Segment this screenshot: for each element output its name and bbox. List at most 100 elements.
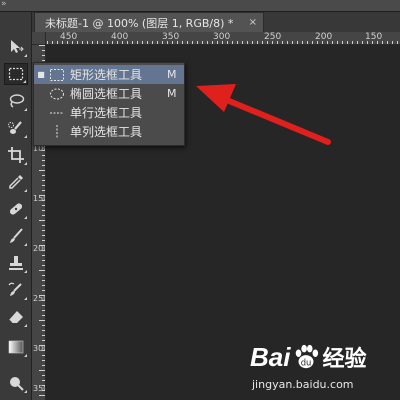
marquee-tool-flyout-menu: ■ 矩形选框工具 M 椭圆选框工具 M 单行选框工具 单列选框工具 xyxy=(33,62,185,146)
healing-brush-tool[interactable] xyxy=(4,198,28,220)
ruler-tick xyxy=(57,41,58,44)
ruler-tick xyxy=(87,41,88,44)
paw-icon: du xyxy=(296,344,319,369)
ruler-tick xyxy=(227,41,228,44)
ruler-tick xyxy=(362,41,363,44)
close-tab-icon[interactable]: × xyxy=(249,17,257,28)
ruler-tick xyxy=(39,395,45,396)
ruler-label: 150 xyxy=(33,194,45,203)
ruler-tick xyxy=(42,365,45,366)
ruler-tick xyxy=(42,200,45,201)
ruler-tick xyxy=(42,355,45,356)
ruler-tick xyxy=(42,290,45,291)
ruler-tick xyxy=(132,41,133,44)
horizontal-ruler: 450 400 350 300 250 200 150 100 xyxy=(32,32,400,45)
ruler-tick xyxy=(39,195,45,196)
single-column-marquee-icon xyxy=(56,124,58,139)
ruler-tick xyxy=(42,240,45,241)
ruler-label: 400 xyxy=(111,32,129,42)
ruler-tick xyxy=(207,41,208,44)
document-tab-title: 未标题-1 @ 100% (图层 1, RGB/8) * xyxy=(45,16,234,30)
ruler-tick xyxy=(157,41,158,44)
move-tool[interactable] xyxy=(4,36,28,58)
ruler-tick xyxy=(192,41,193,44)
elliptical-marquee-icon xyxy=(50,88,64,99)
brush-tool[interactable] xyxy=(4,225,28,247)
ruler-tick xyxy=(42,360,45,361)
ruler-tick xyxy=(332,41,333,44)
ruler-tick xyxy=(42,155,45,156)
document-tab[interactable]: 未标题-1 @ 100% (图层 1, RGB/8) * × xyxy=(34,12,264,32)
ruler-tick xyxy=(347,41,348,44)
move-icon xyxy=(11,40,24,53)
ruler-tick xyxy=(42,330,45,331)
ruler-tick xyxy=(172,41,173,44)
eyedropper-tool[interactable] xyxy=(4,171,28,193)
ruler-tick xyxy=(67,41,68,44)
ruler-tick xyxy=(102,41,103,44)
ruler-tick xyxy=(42,385,45,386)
marquee-tool[interactable] xyxy=(4,63,28,85)
quick-selection-brush-icon xyxy=(8,121,22,134)
menu-item-elliptical-marquee[interactable]: 椭圆选框工具 M xyxy=(34,84,184,103)
ruler-tick xyxy=(42,265,45,266)
ruler-tick xyxy=(42,55,45,56)
tools-panel xyxy=(0,12,32,400)
crop-tool[interactable] xyxy=(4,144,28,166)
top-strip: » xyxy=(0,0,400,12)
ruler-tick xyxy=(387,41,388,44)
gradient-tool[interactable] xyxy=(4,336,28,358)
ruler-origin[interactable] xyxy=(32,32,46,45)
clone-stamp-tool[interactable] xyxy=(4,252,28,274)
ruler-tick xyxy=(39,170,45,171)
ruler-tick xyxy=(47,41,48,44)
ruler-label: 200 xyxy=(33,244,45,253)
ruler-tick xyxy=(177,41,178,44)
ruler-tick xyxy=(112,41,113,44)
dodge-icon xyxy=(10,377,24,391)
single-row-marquee-icon xyxy=(50,112,64,113)
ruler-tick xyxy=(352,41,353,44)
menu-item-single-row-marquee[interactable]: 单行选框工具 xyxy=(34,103,184,122)
ruler-tick xyxy=(42,285,45,286)
eraser-tool[interactable] xyxy=(4,306,28,328)
ruler-tick xyxy=(317,41,318,44)
ruler-tick xyxy=(137,41,138,44)
menu-item-shortcut: M xyxy=(167,87,177,100)
menu-item-rectangular-marquee[interactable]: ■ 矩形选框工具 M xyxy=(34,65,184,84)
ruler-tick xyxy=(77,41,78,44)
ruler-tick xyxy=(162,41,163,44)
ruler-tick xyxy=(42,235,45,236)
collapse-panels-icon[interactable]: » xyxy=(1,0,6,9)
ruler-tick xyxy=(42,325,45,326)
ruler-tick xyxy=(42,225,45,226)
ruler-tick xyxy=(42,310,45,311)
baidu-jingyan-watermark: Bai du 经验 jingyan.baidu.com xyxy=(250,340,396,398)
ruler-tick xyxy=(42,165,45,166)
ruler-tick xyxy=(42,150,45,151)
rectangular-marquee-icon xyxy=(50,68,64,81)
history-brush-tool[interactable] xyxy=(4,279,28,301)
ruler-tick xyxy=(322,41,323,44)
brush-icon xyxy=(10,228,23,243)
ruler-tick xyxy=(392,41,393,44)
ruler-tick xyxy=(39,320,45,321)
ruler-label: 250 xyxy=(33,294,45,303)
history-brush-icon xyxy=(8,282,22,296)
quick-selection-tool[interactable] xyxy=(4,117,28,139)
ruler-label: 300 xyxy=(33,344,45,353)
menu-item-single-column-marquee[interactable]: 单列选框工具 xyxy=(34,122,184,141)
lasso-icon xyxy=(9,94,25,108)
watermark-url: jingyan.baidu.com xyxy=(252,378,354,391)
ruler-tick xyxy=(42,335,45,336)
ruler-tick xyxy=(42,180,45,181)
ruler-tick xyxy=(62,41,63,44)
ruler-tick xyxy=(127,41,128,44)
ruler-tick xyxy=(39,345,45,346)
ruler-tick xyxy=(287,41,288,44)
lasso-tool[interactable] xyxy=(4,90,28,112)
dodge-tool[interactable] xyxy=(4,372,28,394)
ruler-tick xyxy=(382,41,383,44)
stamp-icon xyxy=(9,256,23,270)
baidu-brand-text: Bai xyxy=(250,341,291,372)
